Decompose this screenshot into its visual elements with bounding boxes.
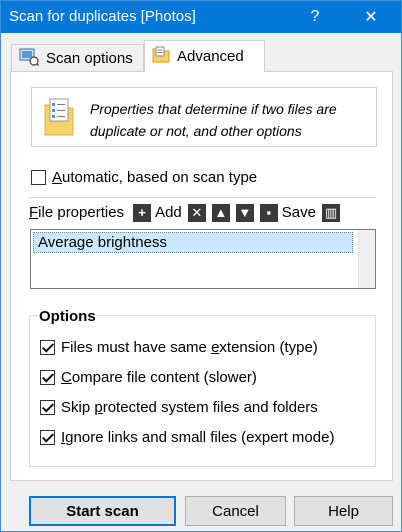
close-button[interactable]: ✕: [348, 1, 394, 33]
file-properties-list[interactable]: Average brightness: [30, 229, 376, 289]
ignore-links-checkbox[interactable]: [40, 430, 55, 445]
advanced-panel: Properties that determine if two files a…: [10, 71, 393, 481]
automatic-label: Automatic, based on scan type: [52, 169, 258, 186]
move-up-button[interactable]: ▲: [211, 203, 230, 222]
option-same-extension[interactable]: Files must have same extension (type): [40, 339, 318, 356]
tab-label: Advanced: [177, 48, 244, 65]
file-properties-label: File properties: [29, 204, 125, 221]
list-item[interactable]: Average brightness: [33, 232, 353, 253]
title-bar: Scan for duplicates [Photos] ? ✕: [1, 1, 401, 33]
automatic-checkbox-row[interactable]: Automatic, based on scan type: [31, 169, 257, 186]
add-button[interactable]: + Add: [133, 203, 182, 222]
option-label: Ignore links and small files (expert mod…: [61, 429, 335, 446]
tab-label: Scan options: [46, 49, 133, 67]
info-box: Properties that determine if two files a…: [31, 87, 377, 147]
option-skip-protected[interactable]: Skip protected system files and folders: [40, 399, 318, 416]
automatic-checkbox[interactable]: [31, 170, 46, 185]
tab-advanced[interactable]: Advanced: [144, 40, 265, 72]
option-ignore-links[interactable]: Ignore links and small files (expert mod…: [40, 429, 334, 446]
options-legend: Options: [38, 308, 97, 325]
add-label: Add: [155, 204, 182, 221]
tab-scan-options[interactable]: Scan options: [11, 44, 144, 71]
delete-button[interactable]: ▥: [321, 203, 340, 222]
remove-icon: ✕: [187, 203, 206, 222]
remove-button[interactable]: ✕: [187, 203, 206, 222]
option-label: Compare file content (slower): [61, 369, 257, 386]
option-label: Skip protected system files and folders: [61, 399, 318, 416]
start-scan-button[interactable]: Start scan: [29, 496, 176, 526]
save-label: Save: [281, 204, 316, 221]
arrow-down-icon: ▼: [235, 203, 254, 222]
document-list-icon: [44, 98, 74, 139]
option-label: Files must have same extension (type): [61, 339, 318, 356]
info-description: Properties that determine if two files a…: [90, 101, 337, 139]
window-title: Scan for duplicates [Photos]: [9, 8, 196, 25]
folder-settings-icon: [152, 46, 170, 67]
compare-content-checkbox[interactable]: [40, 370, 55, 385]
dialog-window: Scan for duplicates [Photos] ? ✕ Scan op…: [0, 0, 402, 532]
skip-protected-checkbox[interactable]: [40, 400, 55, 415]
scan-options-icon: [19, 48, 40, 69]
list-scrollbar[interactable]: [358, 230, 375, 288]
file-properties-toolbar: File properties + Add ✕ ▲ ▼ ▪ Save ▥: [29, 197, 376, 227]
save-button[interactable]: ▪ Save: [259, 203, 316, 222]
cancel-button[interactable]: Cancel: [185, 496, 286, 526]
add-icon: +: [133, 203, 152, 222]
move-down-button[interactable]: ▼: [235, 203, 254, 222]
trash-icon: ▥: [321, 203, 340, 222]
option-compare-content[interactable]: Compare file content (slower): [40, 369, 257, 386]
help-button[interactable]: Help: [294, 496, 393, 526]
same-extension-checkbox[interactable]: [40, 340, 55, 355]
options-group: Options Files must have same extension (…: [29, 308, 376, 467]
arrow-up-icon: ▲: [211, 203, 230, 222]
help-title-button[interactable]: ?: [292, 1, 338, 33]
save-icon: ▪: [259, 203, 278, 222]
